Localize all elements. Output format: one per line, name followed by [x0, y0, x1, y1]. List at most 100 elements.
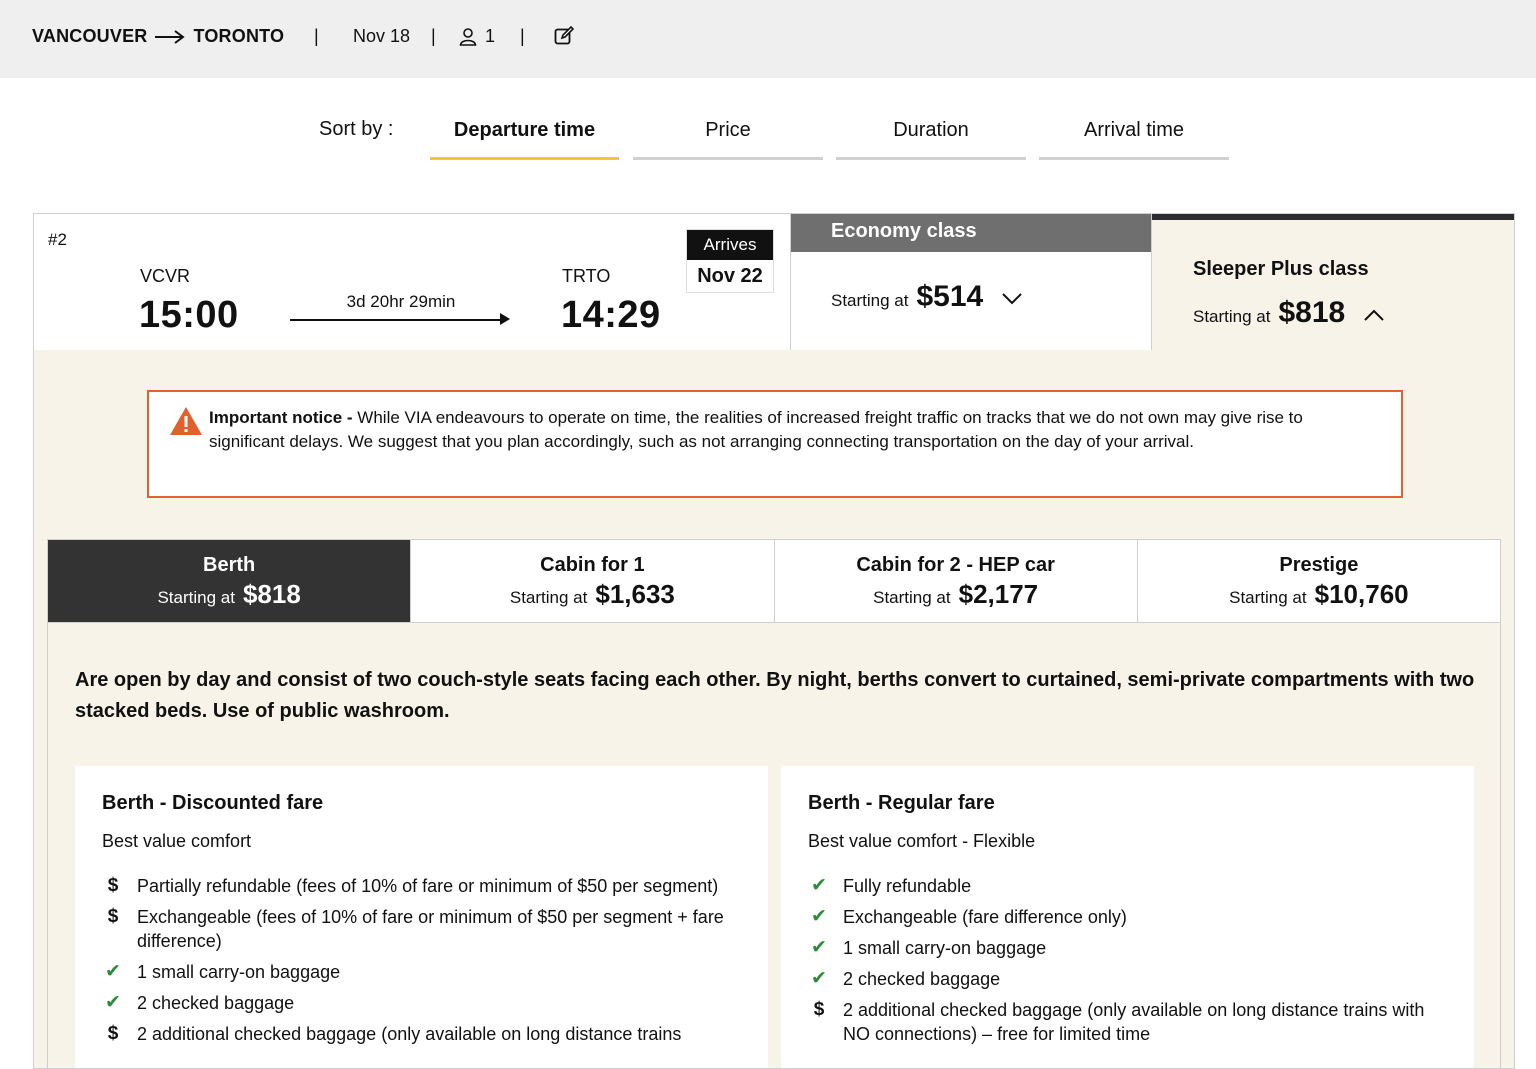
feature-text: Exchangeable (fare difference only) [843, 907, 1127, 927]
warning-icon [170, 407, 202, 435]
train-result-card: #2 VCVR 15:00 3d 20hr 29min TRTO 14:29 A… [33, 213, 1515, 1069]
fare-feature: $2 additional checked baggage (only avai… [102, 1022, 741, 1046]
fare-title: Berth - Regular fare [808, 792, 995, 814]
origin-city: VANCOUVER [32, 26, 148, 46]
feature-text: 1 small carry-on baggage [137, 962, 341, 982]
feature-text: Fully refundable [843, 876, 972, 896]
trip-duration: 3d 20hr 29min [346, 292, 456, 311]
cabin-tab-prestige[interactable]: Prestige Starting at $10,760 [1136, 540, 1500, 622]
fare-feature: $2 additional checked baggage (only avai… [808, 998, 1447, 1046]
check-icon: ✔ [105, 992, 121, 1013]
separator: | [520, 26, 525, 46]
economy-class-title: Economy class [791, 214, 1151, 252]
fare-features: ✔ Fully refundable ✔ Exchangeable (fare di… [808, 874, 1447, 1046]
economy-class-option[interactable]: Economy class Starting at $514 [790, 214, 1152, 350]
starting-at-label: Starting at [509, 588, 588, 607]
cabin-price-value: $10,760 [1314, 579, 1409, 609]
fare-feature: ✔ 1 small carry-on baggage [808, 936, 1447, 960]
check-icon: ✔ [811, 906, 827, 927]
arrives-date: Nov 22 [697, 265, 763, 287]
cabin-price-value: $2,177 [958, 579, 1039, 609]
cabin-price: Starting at $10,760 [1138, 579, 1500, 610]
sort-tab-price[interactable]: Price [633, 114, 823, 160]
starting-at-label: Starting at [1229, 588, 1307, 607]
edit-search-button[interactable] [554, 26, 574, 46]
origin-station-code: VCVR [140, 266, 191, 286]
starting-at-label: Starting at [157, 588, 235, 607]
feature-text: 2 checked baggage [137, 993, 295, 1013]
feature-text: 1 small carry-on baggage [843, 938, 1047, 958]
economy-price-value: $514 [916, 280, 984, 313]
duration-arrow-line [290, 319, 506, 321]
chevron-up-icon [1364, 309, 1384, 321]
check-icon: ✔ [105, 961, 121, 982]
result-rank: #2 [48, 230, 67, 249]
feature-text: 2 additional checked baggage (only avail… [137, 1024, 682, 1044]
fare-feature: ✔ 1 small carry-on baggage [102, 960, 741, 984]
fare-feature: $ Partially refundable (fees of 10% of fa… [102, 874, 741, 898]
separator: | [314, 26, 319, 46]
sort-tab-arrival-time[interactable]: Arrival time [1039, 114, 1229, 160]
starting-at-label: Starting at [1193, 307, 1271, 326]
departure-time: 15:00 [139, 294, 239, 336]
feature-text: 2 checked baggage [843, 969, 1001, 989]
fare-option-discounted[interactable]: Berth - Discounted fare Best value comfo… [75, 766, 768, 1068]
check-icon: ✔ [811, 968, 827, 989]
edit-icon [554, 26, 574, 45]
arrives-label: Arrives [687, 230, 773, 260]
travel-date: Nov 18 [353, 26, 411, 46]
dollar-icon: $ [107, 906, 119, 927]
sleeper-plus-class-option[interactable]: Sleeper Plus class Starting at $818 [1152, 214, 1514, 350]
feature-text: Exchangeable (fees of 10% of fare or min… [137, 907, 724, 951]
sort-tab-departure-time[interactable]: Departure time [430, 114, 619, 160]
duration-arrow-head-icon [500, 313, 510, 325]
fare-feature: ✔ Fully refundable [808, 874, 1447, 898]
fare-subtitle: Best value comfort [102, 831, 252, 851]
passenger-count: 1 [459, 26, 495, 47]
destination-city: TORONTO [193, 26, 285, 46]
cabin-price-value: $818 [242, 579, 301, 609]
separator: | [431, 26, 436, 46]
passenger-number: 1 [485, 26, 496, 46]
fare-option-regular[interactable]: Berth - Regular fare Best value comfort … [781, 766, 1474, 1068]
fare-feature: ✔ 2 checked baggage [808, 967, 1447, 991]
arrival-date-badge: Arrives Nov 22 [686, 229, 774, 293]
economy-price: Starting at $514 [831, 280, 1023, 314]
cabin-type-tabs: Berth Starting at $818 Cabin for 1 Starti… [47, 539, 1501, 623]
cabin-tab-berth[interactable]: Berth Starting at $818 [48, 540, 411, 622]
feature-text: 2 additional checked baggage (only avail… [843, 1000, 1425, 1044]
dollar-icon: $ [813, 999, 825, 1020]
fare-title: Berth - Discounted fare [102, 792, 324, 814]
destination-station-code: TRTO [562, 266, 611, 286]
cabin-name: Cabin for 2 - HEP car [856, 554, 1055, 576]
starting-at-label: Starting at [831, 291, 909, 310]
cabin-price: Starting at $2,177 [775, 579, 1137, 610]
check-icon: ✔ [811, 875, 827, 896]
chevron-down-icon [1002, 293, 1022, 305]
notice-text: While VIA endeavours to operate on time,… [209, 408, 1303, 451]
fare-features: $ Partially refundable (fees of 10% of fa… [102, 874, 741, 1046]
feature-text: Partially refundable (fees of 10% of far… [137, 876, 719, 896]
starting-at-label: Starting at [873, 588, 951, 607]
sleeper-plus-price: Starting at $818 [1193, 296, 1385, 330]
cabin-name: Berth [203, 554, 256, 576]
fare-feature: $ Exchangeable (fees of 10% of fare or mi… [102, 905, 741, 953]
cabin-price-value: $1,633 [595, 579, 675, 609]
cabin-price: Starting at $1,633 [411, 579, 773, 610]
cabin-name: Cabin for 1 [540, 554, 645, 576]
cabin-description: Are open by day and consist of two couch… [75, 669, 1475, 722]
sort-tab-duration[interactable]: Duration [836, 114, 1026, 160]
trip-summary: #2 VCVR 15:00 3d 20hr 29min TRTO 14:29 A… [34, 214, 790, 350]
important-notice: Important notice - While VIA endeavours … [147, 390, 1403, 498]
cabin-details: Are open by day and consist of two couch… [47, 623, 1501, 1068]
cabin-tab-cabin-for-1[interactable]: Cabin for 1 Starting at $1,633 [410, 540, 773, 622]
arrival-time: 14:29 [561, 294, 661, 336]
dollar-icon: $ [107, 1023, 119, 1044]
cabin-tab-cabin-for-2[interactable]: Cabin for 2 - HEP car Starting at $2,177 [773, 540, 1137, 622]
right-arrow-icon [155, 29, 186, 44]
search-summary-bar: VANCOUVER TORONTO | Nov 18 | 1 | [0, 0, 1536, 78]
user-icon [459, 27, 477, 46]
check-icon: ✔ [811, 937, 827, 958]
sort-label: Sort by : [319, 118, 394, 140]
fare-subtitle: Best value comfort - Flexible [808, 831, 1036, 851]
